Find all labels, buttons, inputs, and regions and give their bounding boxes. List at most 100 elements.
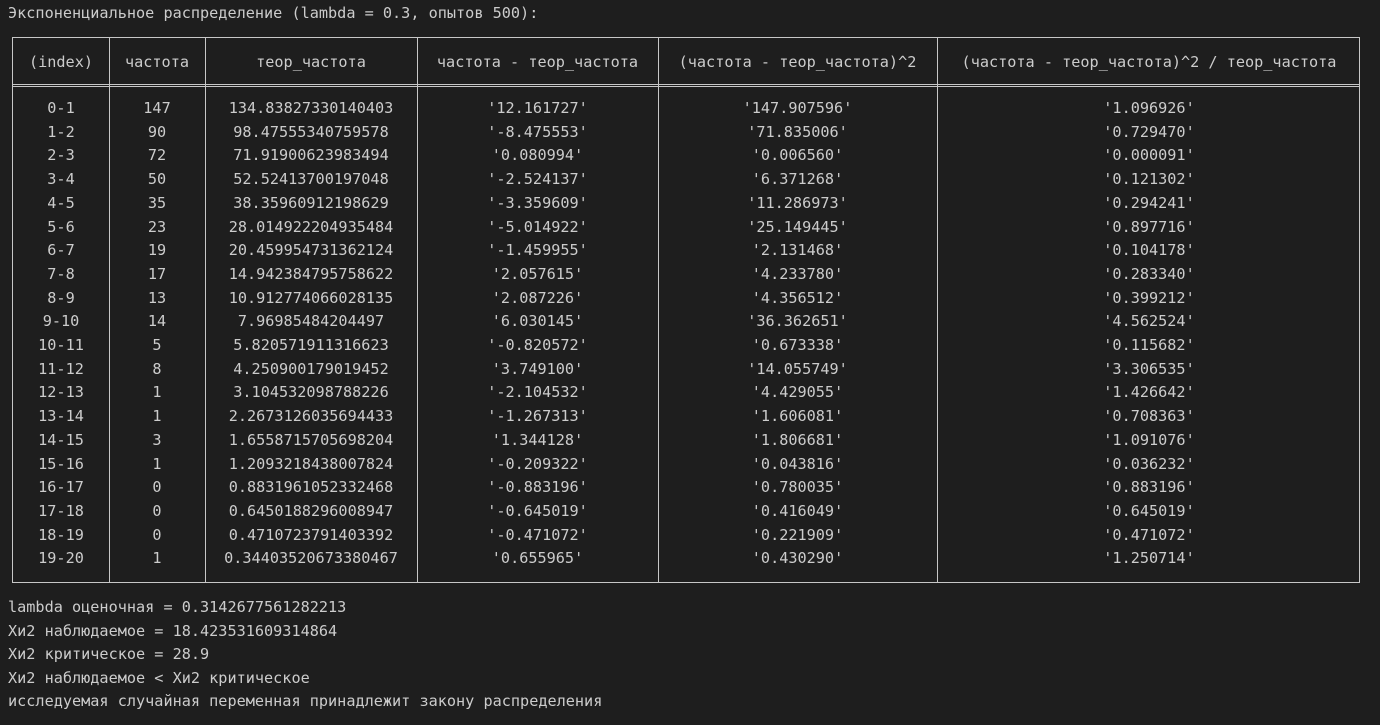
table-row: 19-20 1 0.34403520673380467 '0.655965' '0.43…	[13, 547, 1359, 571]
cell-frequency: 17	[147, 264, 167, 283]
cell-difference: '3.749100'	[491, 359, 584, 378]
table-header-row: (index) частота теор_частота частота - т…	[13, 51, 1359, 73]
table-row: 4-5 35 38.35960912198629 '-3.359609' '11.286…	[13, 192, 1359, 216]
cell-chi-term: '4.562524'	[1103, 312, 1195, 331]
cell-frequency: 1	[152, 454, 162, 473]
cell-theoretical-frequency: 134.83827330140403	[228, 99, 394, 117]
cell-difference: '-1.459955'	[487, 241, 588, 260]
cell-frequency: 0	[152, 501, 162, 520]
header-difference: частота - теор_частота	[436, 53, 639, 71]
cell-chi-term: '0.294241'	[1103, 193, 1195, 212]
cell-difference: '-5.014922'	[487, 217, 588, 236]
cell-difference: '-0.645019'	[487, 501, 588, 520]
cell-theoretical-frequency: 71.91900623983494	[233, 146, 389, 165]
cell-difference-squared: '71.835006'	[747, 122, 848, 141]
cell-theoretical-frequency: 1.2093218438007824	[228, 454, 394, 473]
cell-index: 4-5	[47, 193, 75, 212]
cell-index: 18-19	[38, 525, 84, 544]
cell-theoretical-frequency: 98.47555340759578	[233, 122, 389, 141]
table-row: 11-12 8 4.250900179019452 '3.749100' '14.055…	[13, 358, 1359, 382]
cell-difference-squared: '14.055749'	[747, 359, 848, 378]
cell-theoretical-frequency: 0.6450188296008947	[228, 501, 394, 520]
cell-difference: '2.087226'	[491, 288, 584, 307]
cell-frequency: 8	[152, 359, 162, 378]
cell-index: 15-16	[38, 454, 84, 473]
cell-difference-squared: '1.806681'	[751, 430, 844, 449]
cell-chi-term: '0.729470'	[1103, 122, 1195, 141]
cell-difference: '0.080994'	[491, 146, 584, 165]
cell-index: 19-20	[38, 549, 84, 568]
cell-index: 13-14	[38, 407, 84, 426]
cell-frequency: 13	[147, 288, 167, 307]
cell-theoretical-frequency: 52.52413700197048	[233, 170, 389, 189]
cell-frequency: 147	[143, 99, 171, 117]
cell-difference-squared: '2.131468'	[751, 241, 844, 260]
cell-theoretical-frequency: 0.4710723791403392	[228, 525, 394, 544]
header-theoretical-frequency: теор_частота	[256, 53, 366, 71]
cell-difference: '-3.359609'	[487, 193, 588, 212]
cell-index: 14-15	[38, 430, 84, 449]
cell-index: 9-10	[42, 312, 80, 331]
cell-chi-term: '0.471072'	[1103, 525, 1195, 544]
table-row: 5-6 23 28.014922204935484 '-5.014922' '25.14…	[13, 216, 1359, 240]
header-separator	[13, 84, 1359, 87]
table-row: 10-11 5 5.820571911316623 '-0.820572' '0.673…	[13, 334, 1359, 358]
cell-index: 5-6	[47, 217, 75, 236]
cell-difference-squared: '11.286973'	[747, 193, 848, 212]
cell-theoretical-frequency: 38.35960912198629	[233, 193, 389, 212]
cell-index: 7-8	[47, 264, 75, 283]
cell-chi-term: '0.883196'	[1103, 478, 1195, 497]
cell-frequency: 0	[152, 478, 162, 497]
cell-frequency: 1	[152, 407, 162, 426]
cell-theoretical-frequency: 0.34403520673380467	[224, 549, 398, 568]
table-row: 14-15 3 1.6558715705698204 '1.344128' '1.806…	[13, 429, 1359, 453]
cell-index: 3-4	[47, 170, 75, 189]
cell-chi-term: '1.426642'	[1103, 383, 1195, 402]
cell-theoretical-frequency: 14.942384795758622	[228, 264, 394, 283]
table-row: 7-8 17 14.942384795758622 '2.057615' '4.2337…	[13, 263, 1359, 287]
cell-frequency: 72	[147, 146, 167, 165]
cell-theoretical-frequency: 10.912774066028135	[228, 288, 394, 307]
cell-frequency: 23	[147, 217, 167, 236]
output-title-line: Экспоненциальное распределение (lambda =…	[8, 4, 539, 22]
conclusion-line: исследуемая случайная переменная принадл…	[8, 692, 603, 710]
cell-theoretical-frequency: 28.014922204935484	[228, 217, 394, 236]
cell-difference: '-0.820572'	[487, 336, 588, 354]
cell-index: 1-2	[47, 122, 75, 141]
cell-chi-term: '0.115682'	[1103, 336, 1195, 354]
table-row: 9-10 14 7.96985484204497 '6.030145' '36.3626…	[13, 310, 1359, 334]
cell-difference: '6.030145'	[491, 312, 584, 331]
table-row: 0-1 147 134.83827330140403 '12.161727' '147.…	[13, 97, 1359, 121]
cell-index: 16-17	[38, 478, 84, 497]
cell-chi-term: '0.708363'	[1103, 407, 1195, 426]
table-row: 17-18 0 0.6450188296008947 '-0.645019' '0.41…	[13, 500, 1359, 524]
header-difference-squared: (частота - теор_частота)^2	[678, 53, 917, 71]
cell-chi-term: '0.399212'	[1103, 288, 1195, 307]
cell-difference-squared: '4.429055'	[751, 383, 844, 402]
cell-chi-term: '1.096926'	[1103, 99, 1195, 117]
cell-difference-squared: '36.362651'	[747, 312, 848, 331]
cell-chi-term: '0.000091'	[1103, 146, 1195, 165]
cell-frequency: 35	[147, 193, 167, 212]
cell-index: 2-3	[47, 146, 75, 165]
cell-difference-squared: '1.606081'	[751, 407, 844, 426]
header-frequency: частота	[124, 53, 189, 71]
cell-difference-squared: '0.673338'	[751, 336, 844, 354]
cell-difference-squared: '0.221909'	[751, 525, 844, 544]
table-row: 1-2 90 98.47555340759578 '-8.475553' '71.835…	[13, 121, 1359, 145]
cell-index: 12-13	[38, 383, 84, 402]
chi2-critical-line: Хи2 критическое = 28.9	[8, 645, 210, 663]
cell-difference: '-1.267313'	[487, 407, 588, 426]
cell-theoretical-frequency: 0.8831961052332468	[228, 478, 394, 497]
cell-chi-term: '0.104178'	[1103, 241, 1195, 260]
cell-theoretical-frequency: 7.96985484204497	[237, 312, 385, 331]
cell-difference: '-2.104532'	[487, 383, 588, 402]
cell-difference: '12.161727'	[487, 99, 588, 117]
console-table: (index) частота теор_частота частота - т…	[12, 37, 1360, 583]
chi2-comparison-line: Хи2 наблюдаемое < Хи2 критическое	[8, 668, 310, 687]
cell-theoretical-frequency: 3.104532098788226	[233, 383, 389, 402]
cell-difference: '0.655965'	[491, 549, 584, 568]
table-row: 6-7 19 20.459954731362124 '-1.459955' '2.131…	[13, 239, 1359, 263]
cell-frequency: 1	[152, 549, 162, 568]
table-row: 13-14 1 2.2673126035694433 '-1.267313' '1.60…	[13, 405, 1359, 429]
